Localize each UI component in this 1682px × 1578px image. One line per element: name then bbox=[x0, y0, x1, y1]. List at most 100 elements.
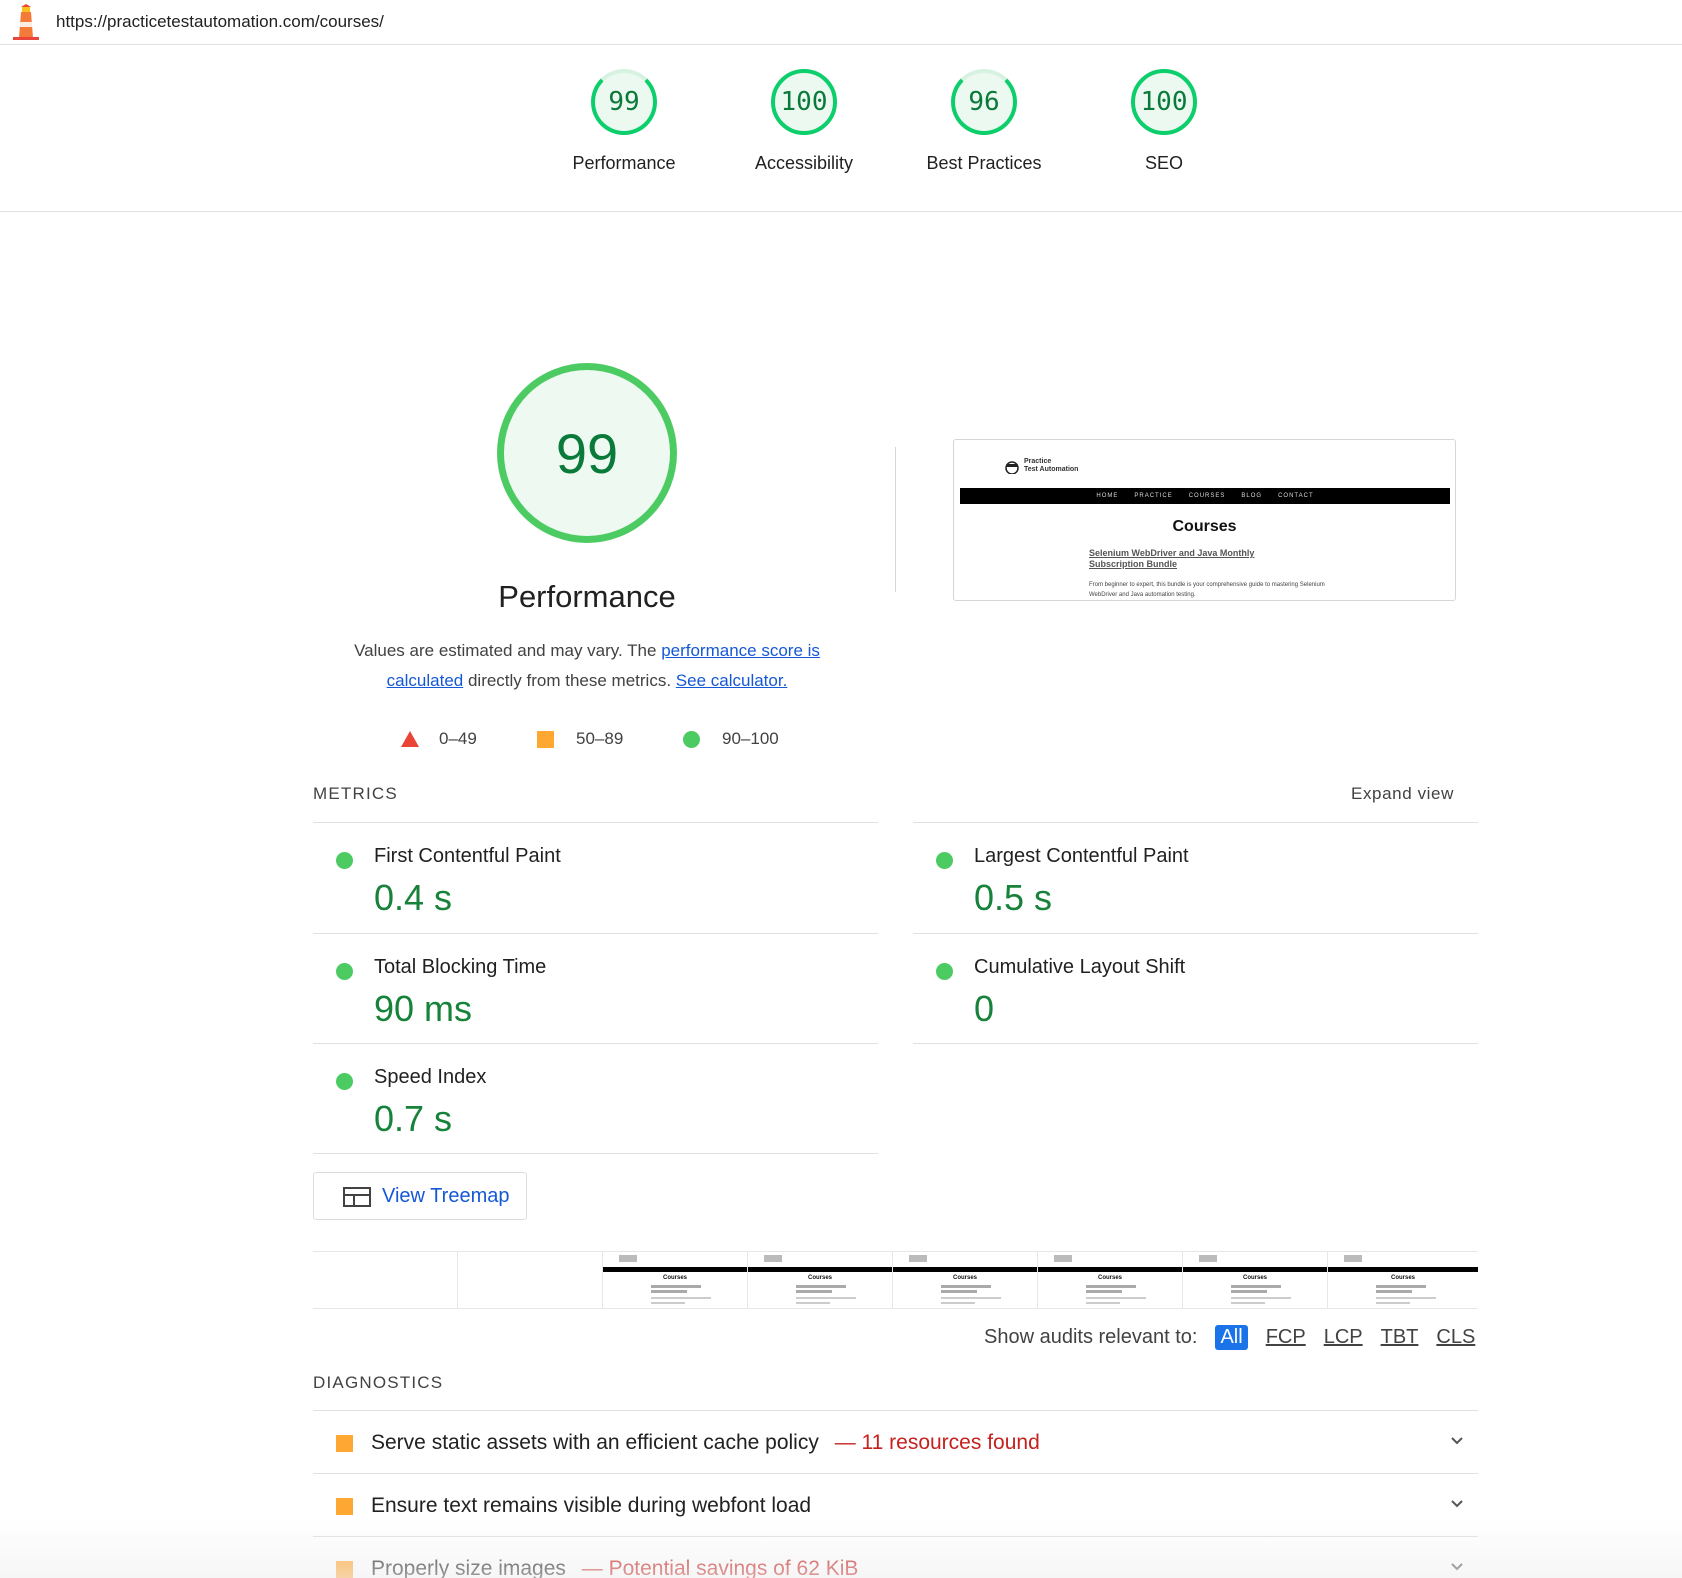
square-icon bbox=[537, 730, 554, 748]
gauge-label: Performance bbox=[572, 153, 676, 173]
performance-description: Values are estimated and may vary. The p… bbox=[317, 636, 857, 696]
filmstrip-frame: Courses bbox=[1038, 1252, 1183, 1308]
desc-middle: directly from these metrics. bbox=[463, 671, 676, 690]
audit-size-images[interactable]: Properly size images — Potential savings… bbox=[313, 1537, 1478, 1578]
site-logo-icon bbox=[1005, 461, 1019, 474]
chevron-down-icon[interactable] bbox=[1448, 1431, 1466, 1449]
gauge-seo[interactable]: 100 SEO bbox=[1064, 69, 1264, 174]
filmstrip-frame: Courses bbox=[1328, 1252, 1478, 1308]
average-square-icon bbox=[336, 1561, 353, 1578]
filter-label: Show audits relevant to: bbox=[984, 1326, 1198, 1348]
performance-title: Performance bbox=[498, 579, 676, 614]
filter-cls[interactable]: CLS bbox=[1436, 1326, 1475, 1349]
metric-speed-index: Speed Index 0.7 s bbox=[313, 1044, 878, 1154]
audit-webfont-load[interactable]: Ensure text remains visible during webfo… bbox=[313, 1474, 1478, 1536]
diagnostics-header: DIAGNOSTICS bbox=[313, 1373, 444, 1392]
metric-value: 0 bbox=[974, 988, 995, 1029]
metric-name: Largest Contentful Paint bbox=[974, 845, 1189, 867]
pass-circle-icon bbox=[936, 852, 953, 869]
frame-title: Courses bbox=[1242, 1275, 1267, 1281]
filmstrip: Courses Courses Courses Courses Courses … bbox=[313, 1251, 1478, 1309]
filmstrip-frame: Courses bbox=[893, 1252, 1038, 1308]
metric-value: 90 ms bbox=[374, 988, 473, 1029]
frame-title: Courses bbox=[807, 1275, 832, 1281]
pass-circle-icon bbox=[336, 963, 353, 980]
audit-title: Ensure text remains visible during webfo… bbox=[371, 1494, 812, 1517]
gauge-best-practices[interactable]: 96 Best Practices bbox=[884, 69, 1084, 174]
filmstrip-frame: Courses bbox=[1183, 1252, 1328, 1308]
gauge-ring: 100 bbox=[1131, 69, 1197, 135]
filter-fcp[interactable]: FCP bbox=[1266, 1326, 1306, 1349]
chevron-down-icon[interactable] bbox=[1448, 1494, 1466, 1512]
pass-circle-icon bbox=[336, 1073, 353, 1090]
view-treemap-button[interactable]: View Treemap bbox=[313, 1172, 527, 1220]
pass-circle-icon bbox=[336, 852, 353, 869]
average-square-icon bbox=[336, 1435, 353, 1452]
lighthouse-logo-icon bbox=[13, 4, 39, 40]
gauge-ring: 96 bbox=[951, 69, 1017, 135]
site-course-link: Selenium WebDriver and Java Monthly Subs… bbox=[1089, 548, 1255, 569]
gauge-label: Best Practices bbox=[926, 153, 1042, 173]
filter-all[interactable]: All bbox=[1215, 1325, 1248, 1350]
expand-view-toggle[interactable]: Expand view bbox=[1351, 784, 1454, 804]
gauge-label: SEO bbox=[1144, 153, 1183, 173]
desc-prefix: Values are estimated and may vary. The bbox=[354, 641, 662, 660]
divider bbox=[913, 1043, 1478, 1044]
metric-name: First Contentful Paint bbox=[374, 845, 561, 867]
view-treemap-label: View Treemap bbox=[382, 1185, 510, 1207]
filmstrip-frame: Courses bbox=[603, 1252, 748, 1308]
metric-value: 0.4 s bbox=[374, 877, 453, 918]
url-bar: https://practicetestautomation.com/cours… bbox=[0, 0, 1682, 45]
performance-score-gauge: 99 bbox=[497, 363, 677, 543]
filmstrip-frame bbox=[313, 1252, 458, 1308]
frame-title: Courses bbox=[1097, 1275, 1122, 1281]
metric-name: Speed Index bbox=[374, 1066, 487, 1088]
gauge-performance[interactable]: 99 Performance bbox=[524, 69, 724, 174]
metric-first-contentful-paint: First Contentful Paint 0.4 s bbox=[313, 823, 878, 933]
frame-title: Courses bbox=[1390, 1275, 1415, 1281]
metric-largest-contentful-paint: Largest Contentful Paint 0.5 s bbox=[913, 823, 1478, 933]
legend-pass-label: 90–100 bbox=[722, 729, 779, 748]
audit-cache-policy[interactable]: Serve static assets with an efficient ca… bbox=[313, 1411, 1478, 1473]
metrics-header: METRICS bbox=[313, 784, 398, 803]
metric-value: 0.5 s bbox=[974, 877, 1053, 918]
site-nav: HOME PRACTICE COURSES BLOG CONTACT bbox=[960, 488, 1450, 504]
filmstrip-frame bbox=[458, 1252, 603, 1308]
metric-name: Cumulative Layout Shift bbox=[974, 956, 1186, 978]
gauge-label: Accessibility bbox=[754, 153, 854, 173]
metric-name: Total Blocking Time bbox=[374, 956, 547, 978]
divider bbox=[895, 447, 896, 592]
report-url[interactable]: https://practicetestautomation.com/cours… bbox=[56, 12, 384, 32]
frame-title: Courses bbox=[662, 1275, 687, 1281]
audit-display-value: — 11 resources found bbox=[834, 1431, 1040, 1454]
metric-total-blocking-time: Total Blocking Time 90 ms bbox=[313, 934, 878, 1044]
see-calculator-link[interactable]: See calculator. bbox=[676, 671, 788, 690]
pass-circle-icon bbox=[936, 963, 953, 980]
site-brand: Practice Test Automation bbox=[1024, 458, 1079, 473]
legend-average: 50–89 bbox=[537, 727, 623, 751]
legend-average-label: 50–89 bbox=[576, 729, 624, 748]
final-screenshot[interactable]: Practice Test Automation HOME PRACTICE COU… bbox=[953, 439, 1456, 601]
triangle-icon bbox=[401, 731, 419, 747]
metric-cumulative-layout-shift: Cumulative Layout Shift 0 bbox=[913, 934, 1478, 1044]
legend-fail-label: 0–49 bbox=[439, 729, 477, 748]
metric-value: 0.7 s bbox=[374, 1098, 453, 1139]
treemap-icon bbox=[343, 1187, 371, 1207]
chevron-down-icon[interactable] bbox=[1448, 1557, 1466, 1575]
site-course-text: From beginner to expert, this bundle is … bbox=[1089, 582, 1325, 598]
audit-display-value: — Potential savings of 62 KiB bbox=[581, 1557, 859, 1578]
legend-pass: 90–100 bbox=[683, 727, 779, 751]
filmstrip-frame: Courses bbox=[748, 1252, 893, 1308]
circle-icon bbox=[683, 730, 700, 748]
legend-fail: 0–49 bbox=[401, 727, 477, 751]
gauge-ring: 100 bbox=[771, 69, 837, 135]
gauge-accessibility[interactable]: 100 Accessibility bbox=[704, 69, 904, 174]
filter-tbt[interactable]: TBT bbox=[1381, 1326, 1419, 1349]
audit-title: Properly size images bbox=[371, 1557, 566, 1578]
score-summary: 99 Performance 100 Accessibility 96 Best… bbox=[0, 45, 1682, 212]
site-heading: Courses bbox=[1172, 518, 1237, 535]
gauge-ring: 99 bbox=[591, 69, 657, 135]
audit-title: Serve static assets with an efficient ca… bbox=[371, 1431, 819, 1454]
filter-lcp[interactable]: LCP bbox=[1324, 1326, 1363, 1349]
frame-title: Courses bbox=[952, 1275, 977, 1281]
